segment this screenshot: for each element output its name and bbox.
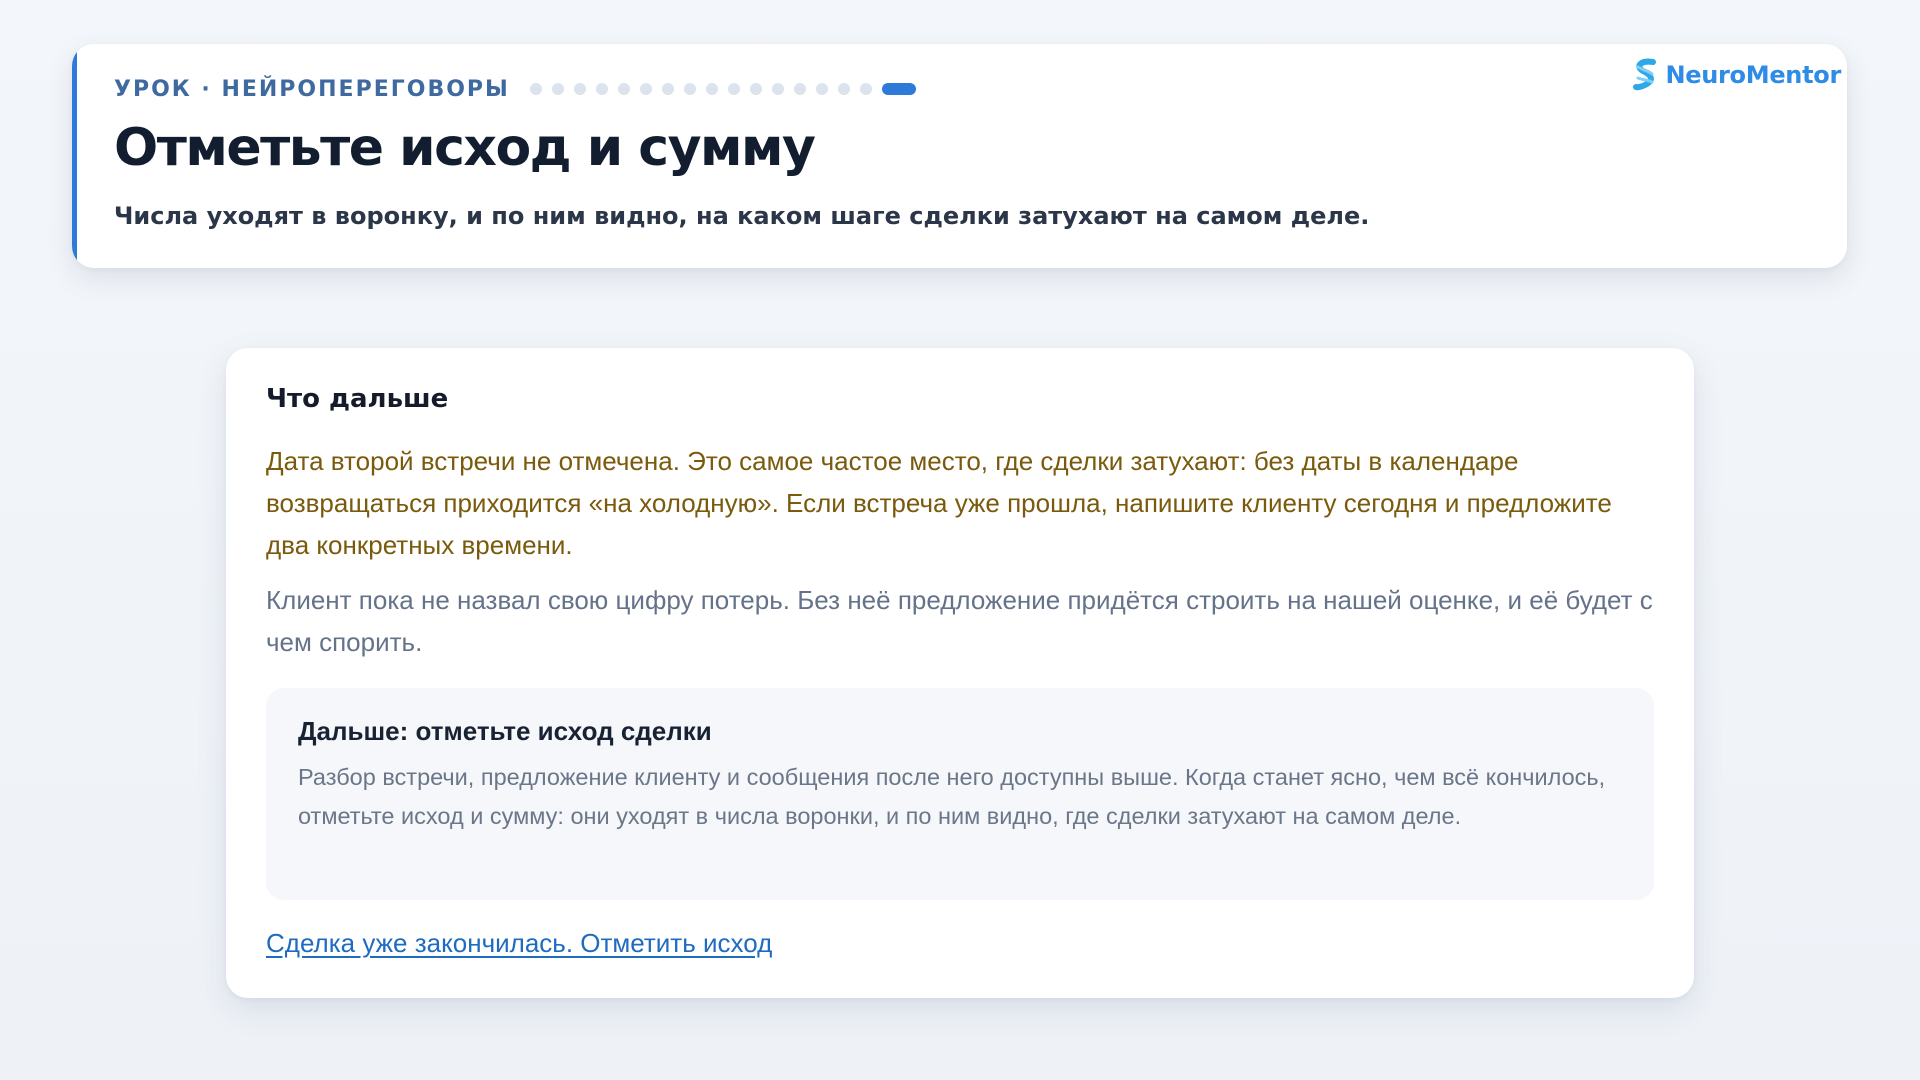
eyebrow-row: УРОК · НЕЙРОПЕРЕГОВОРЫ xyxy=(114,76,916,102)
progress-step xyxy=(595,83,608,95)
neuromentor-logo-icon xyxy=(1631,58,1659,92)
brand-name: NeuroMentor xyxy=(1665,61,1841,89)
lesson-eyebrow: УРОК · НЕЙРОПЕРЕГОВОРЫ xyxy=(114,76,510,102)
progress-step xyxy=(749,83,762,95)
progress-step xyxy=(617,83,630,95)
lesson-progress xyxy=(529,83,916,95)
page-subtitle: Числа уходят в воронку, и по ним видно, … xyxy=(114,202,1370,230)
progress-step xyxy=(705,83,718,95)
next-step-box: Дальше: отметьте исход сделки Разбор вст… xyxy=(266,688,1654,900)
progress-step xyxy=(529,83,542,95)
next-steps-card: Что дальше Дата второй встречи не отмече… xyxy=(226,348,1694,998)
info-message: Клиент пока не назвал свою цифру потерь.… xyxy=(266,585,1653,657)
progress-step-current xyxy=(881,83,916,95)
progress-step xyxy=(683,83,696,95)
progress-step xyxy=(551,83,564,95)
mark-outcome-link[interactable]: Сделка уже закончилась. Отметить исход xyxy=(266,928,772,959)
next-step-title: Дальше: отметьте исход сделки xyxy=(298,716,712,746)
lesson-header: УРОК · НЕЙРОПЕРЕГОВОРЫ Отметьте исход и … xyxy=(72,44,1847,268)
progress-step xyxy=(837,83,850,95)
progress-step xyxy=(661,83,674,95)
page-title: Отметьте исход и сумму xyxy=(114,118,816,178)
progress-step xyxy=(859,83,872,95)
header-accent-bar xyxy=(72,44,77,268)
progress-step xyxy=(793,83,806,95)
progress-step xyxy=(815,83,828,95)
brand-logo: NeuroMentor xyxy=(1631,58,1841,92)
progress-step xyxy=(771,83,784,95)
progress-step xyxy=(573,83,586,95)
next-step-text: Разбор встречи, предложение клиенту и со… xyxy=(298,764,1606,829)
warning-message: Дата второй встречи не отмечена. Это сам… xyxy=(266,446,1612,560)
progress-step xyxy=(727,83,740,95)
progress-step xyxy=(639,83,652,95)
section-title: Что дальше xyxy=(266,384,449,414)
